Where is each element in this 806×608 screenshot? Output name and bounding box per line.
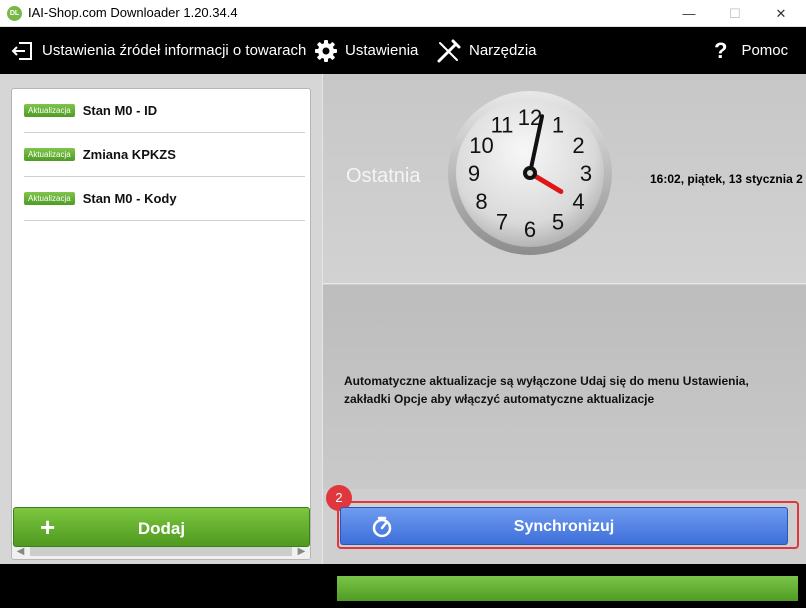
status-bar	[0, 564, 806, 608]
task-list: Aktualizacja Stan M0 - ID Aktualizacja Z…	[11, 88, 311, 560]
add-button-label: Dodaj	[137, 519, 186, 538]
progress-fill	[337, 576, 798, 601]
main-toolbar: Ustawienia źródeł informacji o towarach …	[0, 27, 806, 74]
clock-numeral: 1	[552, 113, 564, 138]
left-panel: Aktualizacja Stan M0 - ID Aktualizacja Z…	[0, 74, 322, 564]
clock-numeral: 11	[491, 113, 514, 138]
auto-update-message: Automatyczne aktualizacje są wyłączone U…	[344, 374, 749, 406]
close-button[interactable]: ✕	[758, 0, 804, 27]
tools-label: Narzędzia	[469, 42, 537, 59]
status-badge: Aktualizacja	[24, 148, 75, 161]
clock-numeral: 5	[552, 209, 564, 234]
last-sync-datetime: 16:02, piątek, 13 stycznia 2	[650, 172, 803, 186]
tools-button[interactable]: Narzędzia	[436, 27, 537, 74]
clock-numeral: 4	[572, 189, 584, 214]
help-label: Pomoc	[741, 42, 789, 59]
clock-numeral: 3	[580, 161, 592, 186]
sources-settings-button[interactable]: Ustawienia źródeł informacji o towarach	[11, 27, 306, 74]
minimize-button[interactable]: —	[666, 0, 712, 27]
settings-label: Ustawienia	[345, 42, 419, 59]
gear-icon	[315, 39, 337, 62]
sync-button-label: Synchronizuj	[513, 518, 615, 535]
title-bar: DL IAI-Shop.com Downloader 1.20.34.4 — ☐…	[0, 0, 806, 27]
help-button[interactable]: ? Pomoc	[714, 27, 788, 74]
status-badge: Aktualizacja	[24, 192, 75, 205]
status-badge: Aktualizacja	[24, 104, 75, 117]
task-label: Stan M0 - Kody	[82, 191, 177, 206]
sync-button[interactable]: Synchronizuj	[340, 507, 788, 545]
wrench-icon	[437, 39, 461, 62]
task-label: Zmiana KPKZS	[82, 147, 176, 162]
right-panel: Ostatnia 12 1 2 3 4 5 6 7 8 9 10 11 16:02, p	[322, 74, 806, 564]
clock-numeral: 8	[475, 189, 487, 214]
last-sync-label: Ostatnia	[346, 165, 421, 187]
add-button[interactable]: + Dodaj	[13, 507, 310, 547]
clock-numeral: 2	[572, 133, 584, 158]
question-icon: ?	[714, 37, 728, 63]
info-area: Automatyczne aktualizacje są wyłączone U…	[323, 285, 806, 489]
settings-button[interactable]: Ustawienia	[314, 27, 418, 74]
clock-numeral: 7	[496, 209, 508, 234]
window-title: IAI-Shop.com Downloader 1.20.34.4	[28, 5, 238, 20]
list-item[interactable]: Aktualizacja Stan M0 - Kody	[24, 177, 305, 221]
task-label: Stan M0 - ID	[82, 103, 158, 118]
maximize-button[interactable]: ☐	[712, 0, 758, 27]
clock-icon: 12 1234567891011	[448, 91, 612, 255]
app-icon: DL	[7, 6, 22, 21]
exit-icon	[11, 41, 32, 60]
clock-numeral: 6	[524, 217, 536, 242]
clock-numeral: 9	[468, 161, 480, 186]
list-item[interactable]: Aktualizacja Zmiana KPKZS	[24, 133, 305, 177]
last-sync-area: Ostatnia 12 1 2 3 4 5 6 7 8 9 10 11 16:02, p	[323, 74, 806, 284]
sources-settings-label: Ustawienia źródeł informacji o towarach	[42, 42, 307, 59]
list-item[interactable]: Aktualizacja Stan M0 - ID	[24, 89, 305, 133]
progress-bar	[337, 576, 798, 601]
scrollbar-thumb[interactable]	[30, 546, 292, 556]
